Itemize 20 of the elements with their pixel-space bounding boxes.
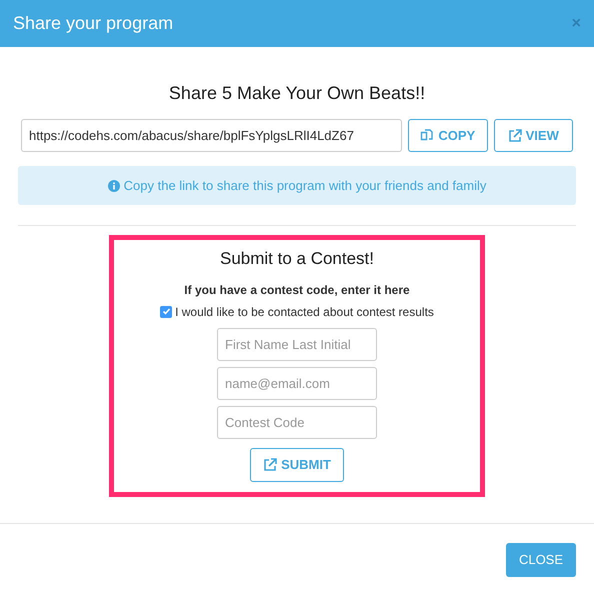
text-field[interactable]: Contest Code xyxy=(217,406,377,438)
info-icon xyxy=(108,180,120,192)
copy-button[interactable]: COPY xyxy=(408,119,488,152)
external-link-icon xyxy=(263,458,278,472)
contest-subtitle: If you have a contest code, enter it here xyxy=(184,282,410,298)
url-field[interactable]: https://codehs.com/abacus/share/bplFsYplgsLRlI4LdZ67 xyxy=(21,119,402,152)
info-text: Copy the link to share this program with your friends and family xyxy=(124,176,486,195)
close-button[interactable]: × xyxy=(572,12,581,36)
share-heading: Share 5 Make Your Own Beats!! xyxy=(168,82,426,105)
external-link-icon xyxy=(508,128,522,142)
contest-title: Submit to a Contest! xyxy=(220,248,374,270)
submit-button[interactable]: SUBMIT xyxy=(250,448,344,482)
text-field[interactable]: First Name Last Initial xyxy=(217,328,377,360)
text-field[interactable]: name@email.com xyxy=(217,366,377,400)
view-button[interactable]: VIEW xyxy=(494,119,573,152)
copy-icon xyxy=(420,128,434,142)
checkbox[interactable] xyxy=(160,306,172,318)
window-title: Share your program xyxy=(13,12,174,35)
close-button[interactable]: CLOSE xyxy=(506,543,576,577)
contact-label: I would like to be contacted about contest results xyxy=(175,304,434,320)
